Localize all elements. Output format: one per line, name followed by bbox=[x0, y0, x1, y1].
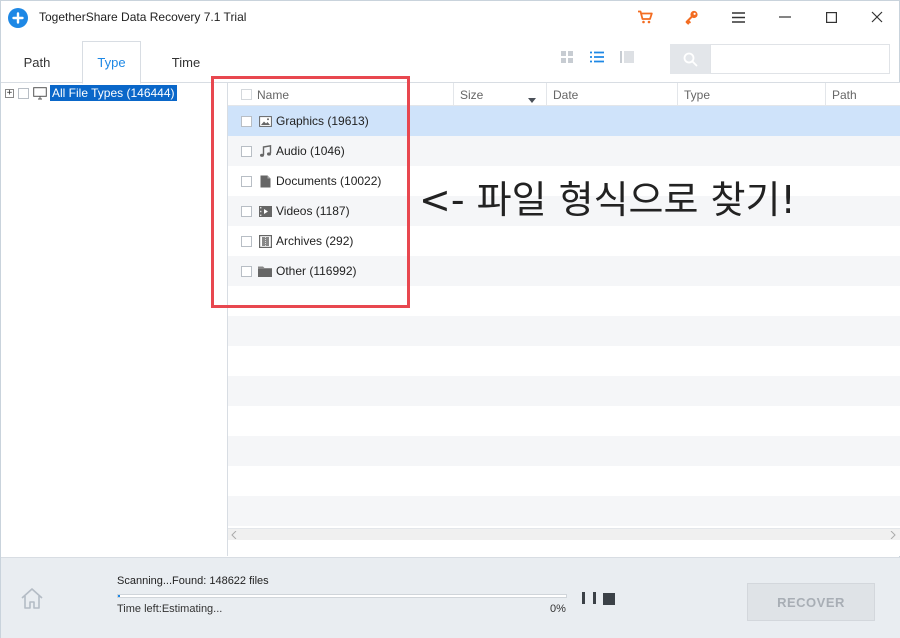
cart-icon[interactable] bbox=[622, 1, 668, 33]
tree-checkbox[interactable] bbox=[18, 87, 29, 99]
tree-root-label[interactable]: All File Types (146444) bbox=[50, 85, 177, 101]
tab-path[interactable]: Path bbox=[1, 41, 73, 84]
minimize-icon[interactable] bbox=[762, 1, 808, 33]
search-icon[interactable] bbox=[670, 44, 710, 74]
highlight-box bbox=[211, 76, 410, 308]
plus-circle-icon bbox=[8, 8, 28, 28]
detail-view-icon[interactable] bbox=[617, 47, 637, 67]
empty-row bbox=[228, 346, 900, 376]
column-path-label: Path bbox=[832, 87, 857, 102]
column-date[interactable]: Date bbox=[546, 83, 677, 106]
tab-time[interactable]: Time bbox=[156, 41, 216, 84]
tab-type[interactable]: Type bbox=[82, 41, 141, 84]
progress-bar bbox=[117, 594, 567, 598]
time-left: Time left:Estimating... bbox=[117, 603, 223, 615]
maximize-icon[interactable] bbox=[808, 1, 854, 33]
app-window: TogetherShare Data Recovery 7.1 Trial Pa… bbox=[0, 0, 900, 638]
sort-desc-icon bbox=[528, 92, 536, 106]
column-type-label: Type bbox=[684, 87, 711, 102]
title-bar: TogetherShare Data Recovery 7.1 Trial bbox=[1, 1, 900, 33]
tree-root-row[interactable]: + All File Types (146444) bbox=[5, 84, 177, 102]
hamburger-icon[interactable] bbox=[715, 1, 761, 33]
list-view-icon[interactable] bbox=[587, 47, 607, 67]
computer-icon bbox=[33, 86, 47, 100]
scan-status: Scanning...Found: 148622 files bbox=[117, 575, 269, 587]
status-bar: Scanning...Found: 148622 files Time left… bbox=[1, 557, 900, 638]
grid-view-icon[interactable] bbox=[557, 47, 577, 67]
file-type-tree: + All File Types (146444) bbox=[1, 83, 228, 556]
column-size[interactable]: Size bbox=[453, 83, 546, 106]
empty-row bbox=[228, 406, 900, 436]
home-icon[interactable] bbox=[19, 586, 45, 612]
empty-row bbox=[228, 496, 900, 526]
empty-row bbox=[228, 466, 900, 496]
recover-button[interactable]: RECOVER bbox=[747, 583, 875, 621]
stop-icon[interactable] bbox=[603, 593, 615, 605]
horizontal-scrollbar[interactable] bbox=[228, 528, 900, 540]
pause-icon[interactable] bbox=[582, 592, 596, 606]
search-input[interactable] bbox=[710, 44, 890, 74]
column-date-label: Date bbox=[553, 87, 579, 102]
close-icon[interactable] bbox=[854, 1, 900, 33]
column-type[interactable]: Type bbox=[677, 83, 825, 106]
toolbar: Path Type Time bbox=[1, 33, 900, 84]
expand-toggle[interactable]: + bbox=[5, 88, 14, 98]
progress-fill bbox=[118, 595, 121, 597]
app-title: TogetherShare Data Recovery 7.1 Trial bbox=[39, 10, 247, 24]
column-path[interactable]: Path bbox=[825, 83, 900, 106]
progress-percent: 0% bbox=[550, 603, 566, 615]
key-icon[interactable] bbox=[669, 1, 715, 33]
empty-row bbox=[228, 316, 900, 346]
column-size-label: Size bbox=[460, 87, 484, 102]
annotation-text: <- 파일 형식으로 찾기! bbox=[419, 178, 796, 222]
empty-row bbox=[228, 376, 900, 406]
empty-row bbox=[228, 436, 900, 466]
